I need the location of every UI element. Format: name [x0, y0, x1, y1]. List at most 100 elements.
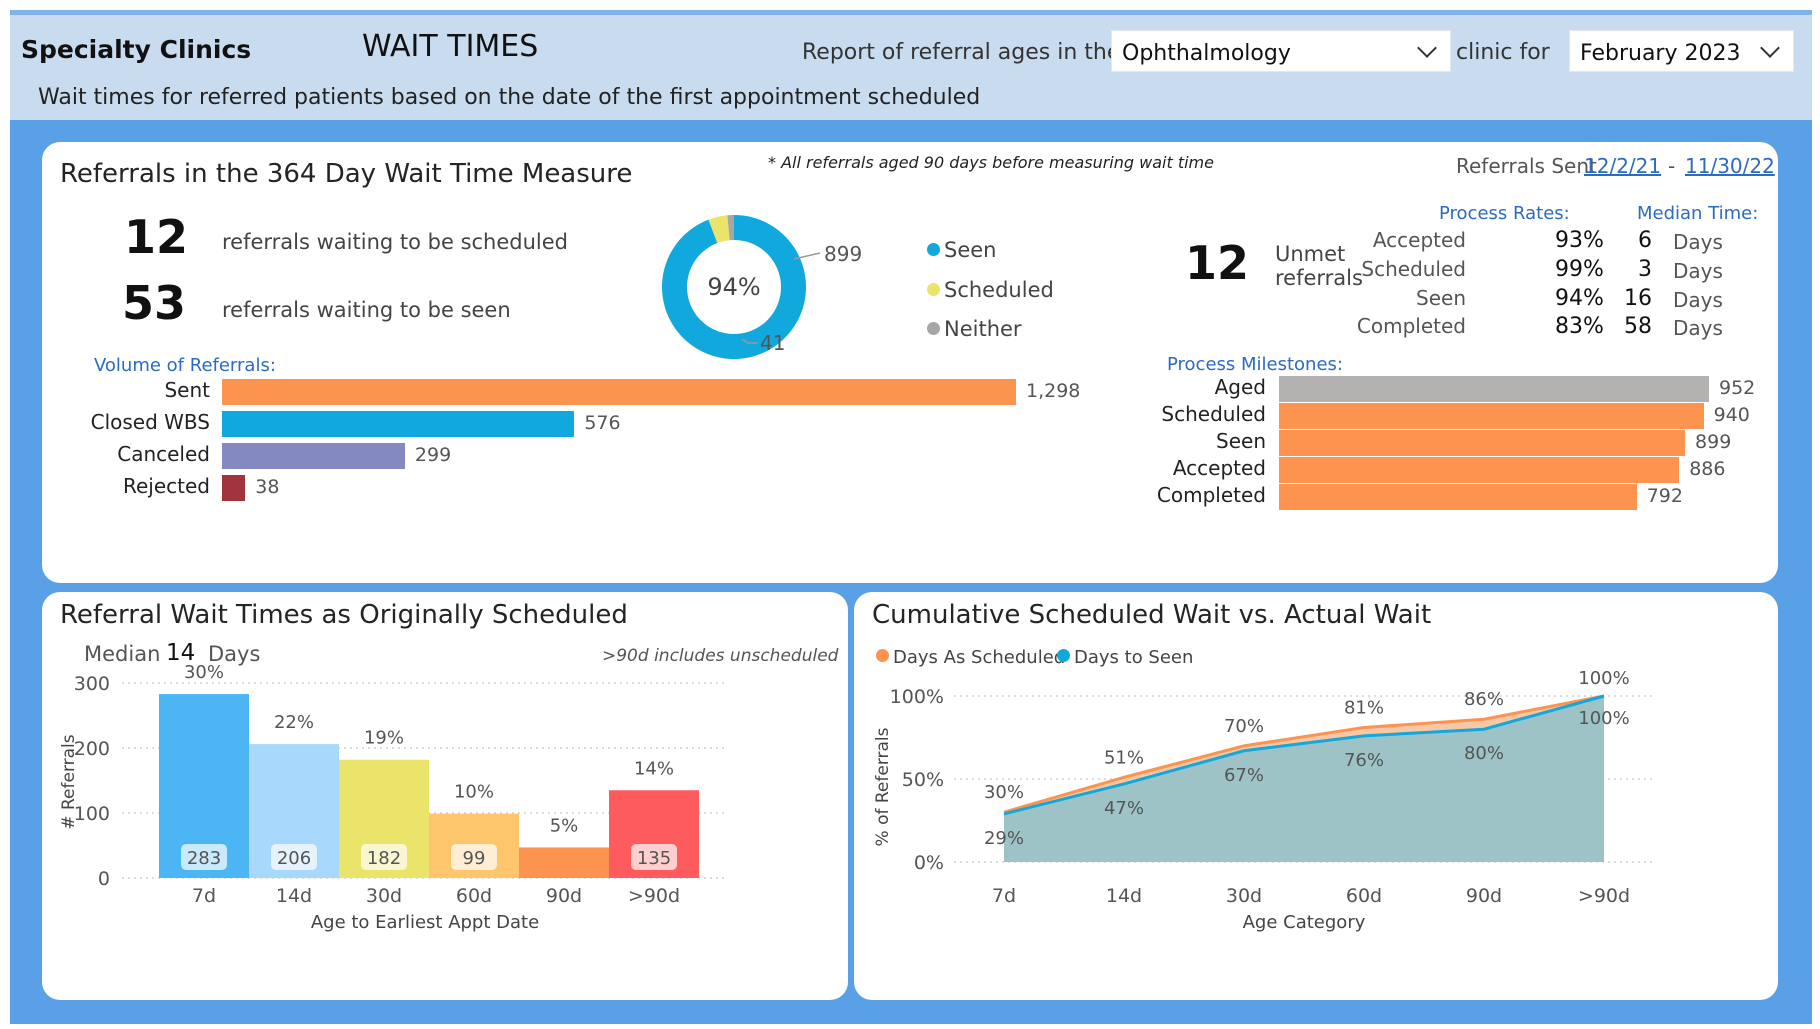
rate-completed-pct: 83% [1555, 314, 1604, 339]
kpi-waiting-seen-label: referrals waiting to be seen [222, 298, 511, 322]
x-tick-label: 30d [366, 885, 402, 907]
referrals-sent-label: Referrals Sent [1456, 154, 1597, 178]
volume-label: Sent [164, 378, 210, 402]
milestone-bar [1279, 430, 1686, 456]
x-tick-label: >90d [1578, 885, 1630, 907]
donut-seen-value: 899 [824, 242, 862, 266]
bar-90d [519, 847, 609, 878]
y-tick-label: 0% [914, 852, 944, 874]
x-tick-label: 90d [1466, 885, 1502, 907]
point-label-seen: 100% [1578, 708, 1629, 729]
legend-seen-label: Seen [944, 238, 997, 262]
x-axis-label: Age to Earliest Appt Date [311, 912, 539, 933]
volume-bar [222, 443, 405, 469]
chevron-down-icon [1417, 38, 1437, 58]
rate-completed-label: Completed [1356, 314, 1466, 338]
volume-bar [222, 475, 246, 501]
x-axis-label: Age Category [1243, 912, 1366, 933]
milestone-bar [1279, 484, 1637, 510]
kpi-waiting-scheduled-value: 12 [124, 210, 189, 264]
report-label: Report of referral ages in the [802, 40, 1121, 65]
legend-dot [927, 243, 940, 256]
page-title: WAIT TIMES [362, 29, 539, 64]
y-tick-label: 300 [74, 673, 110, 695]
x-tick-label: 7d [192, 885, 216, 907]
header-bar: Specialty Clinics WAIT TIMES Report of r… [10, 10, 1812, 120]
donut-center-label: 94% [707, 273, 760, 301]
measure-card: Referrals in the 364 Day Wait Time Measu… [42, 142, 1778, 583]
volume-value: 38 [255, 476, 280, 498]
rate-accepted-label: Accepted [1372, 228, 1466, 252]
y-tick-label: 100 [74, 803, 110, 825]
y-tick-label: 0 [98, 868, 110, 890]
milestone-value: 940 [1713, 404, 1750, 426]
point-label-seen: 29% [984, 828, 1024, 849]
percent-label: 19% [364, 728, 404, 749]
legend-dot [927, 322, 940, 335]
y-axis-label: % of Referrals [873, 727, 893, 846]
y-tick-label: 100% [890, 686, 944, 708]
cumulative-chart: 0% 50% 100% 30% 51% 70% 81% 86% 100% 29% 47% 67% 76%… [873, 668, 1652, 933]
milestone-value: 792 [1646, 485, 1683, 507]
measure-note: * All referrals aged 90 days before meas… [768, 153, 1214, 172]
y-tick-label: 50% [902, 769, 944, 791]
legend-neither-label: Neither [944, 317, 1022, 341]
y-axis-label: # Referrals [59, 734, 79, 829]
status-donut: 94% 899 41 [662, 215, 862, 359]
value-label: 135 [637, 848, 671, 869]
rate-accepted-days: 6 [1638, 228, 1652, 253]
kpi-waiting-scheduled-label: referrals waiting to be scheduled [222, 230, 569, 254]
brand-title: Specialty Clinics [21, 35, 252, 64]
date-from-link[interactable]: 12/2/21 [1584, 154, 1661, 178]
clinic-dropdown[interactable]: Ophthalmology [1111, 30, 1451, 72]
volume-bar [222, 411, 575, 437]
milestone-bar [1279, 457, 1680, 483]
donut-neither-value: 41 [760, 331, 785, 355]
kpi-waiting-seen-value: 53 [122, 276, 187, 330]
month-dropdown[interactable]: February 2023 [1569, 30, 1794, 72]
volume-label: Canceled [117, 442, 210, 466]
point-label-scheduled: 100% [1578, 668, 1629, 689]
point-label-seen: 76% [1344, 750, 1384, 771]
rate-seen-label: Seen [1416, 286, 1466, 310]
milestone-label: Scheduled [1161, 402, 1266, 426]
milestones-header: Process Milestones: [1167, 354, 1343, 375]
dashboard: Specialty Clinics WAIT TIMES Report of r… [0, 0, 1820, 1029]
legend-neither: Neither [927, 317, 1022, 341]
volume-value: 576 [584, 412, 621, 434]
milestone-label: Accepted [1172, 456, 1266, 480]
x-tick-label: 90d [546, 885, 582, 907]
milestone-label: Seen [1216, 429, 1266, 453]
percent-label: 10% [454, 782, 494, 803]
value-label: 182 [367, 848, 401, 869]
date-to-link[interactable]: 11/30/22 [1685, 154, 1775, 178]
milestone-label: Aged [1214, 375, 1266, 399]
rate-scheduled-days: 3 [1638, 257, 1652, 282]
point-label-scheduled: 86% [1464, 689, 1504, 710]
volume-label: Closed WBS [90, 410, 210, 434]
legend-scheduled: Scheduled [927, 278, 1054, 302]
percent-label: 22% [274, 712, 314, 733]
volume-value: 299 [414, 444, 452, 466]
clinic-for-label: clinic for [1456, 40, 1550, 65]
volume-bar [222, 379, 1016, 405]
rate-completed-days: 58 [1624, 314, 1652, 339]
y-tick-label: 200 [74, 738, 110, 760]
percent-label: 5% [550, 815, 579, 836]
milestone-bar [1279, 403, 1704, 429]
x-tick-label: 7d [992, 885, 1016, 907]
milestone-value: 952 [1719, 377, 1756, 399]
process-rates-header: Process Rates: [1439, 203, 1570, 224]
rate-seen-days: 16 [1624, 286, 1652, 311]
x-tick-label: 60d [1346, 885, 1382, 907]
orig-wait-chart: 0 100 200 300 30% 283 7d 22% 206 14d 19% 182 30d 10% 9… [59, 662, 728, 933]
value-label: 99 [463, 848, 486, 869]
main-area: Referrals in the 364 Day Wait Time Measu… [10, 120, 1812, 1024]
milestone-value: 899 [1695, 431, 1732, 453]
rate-seen-unit: Days [1673, 288, 1723, 312]
milestone-label: Completed [1156, 483, 1266, 507]
milestone-bar [1279, 376, 1709, 402]
legend-scheduled-label: Scheduled [944, 278, 1054, 302]
clinic-dropdown-value: Ophthalmology [1122, 41, 1291, 66]
rate-accepted-pct: 93% [1555, 228, 1604, 253]
